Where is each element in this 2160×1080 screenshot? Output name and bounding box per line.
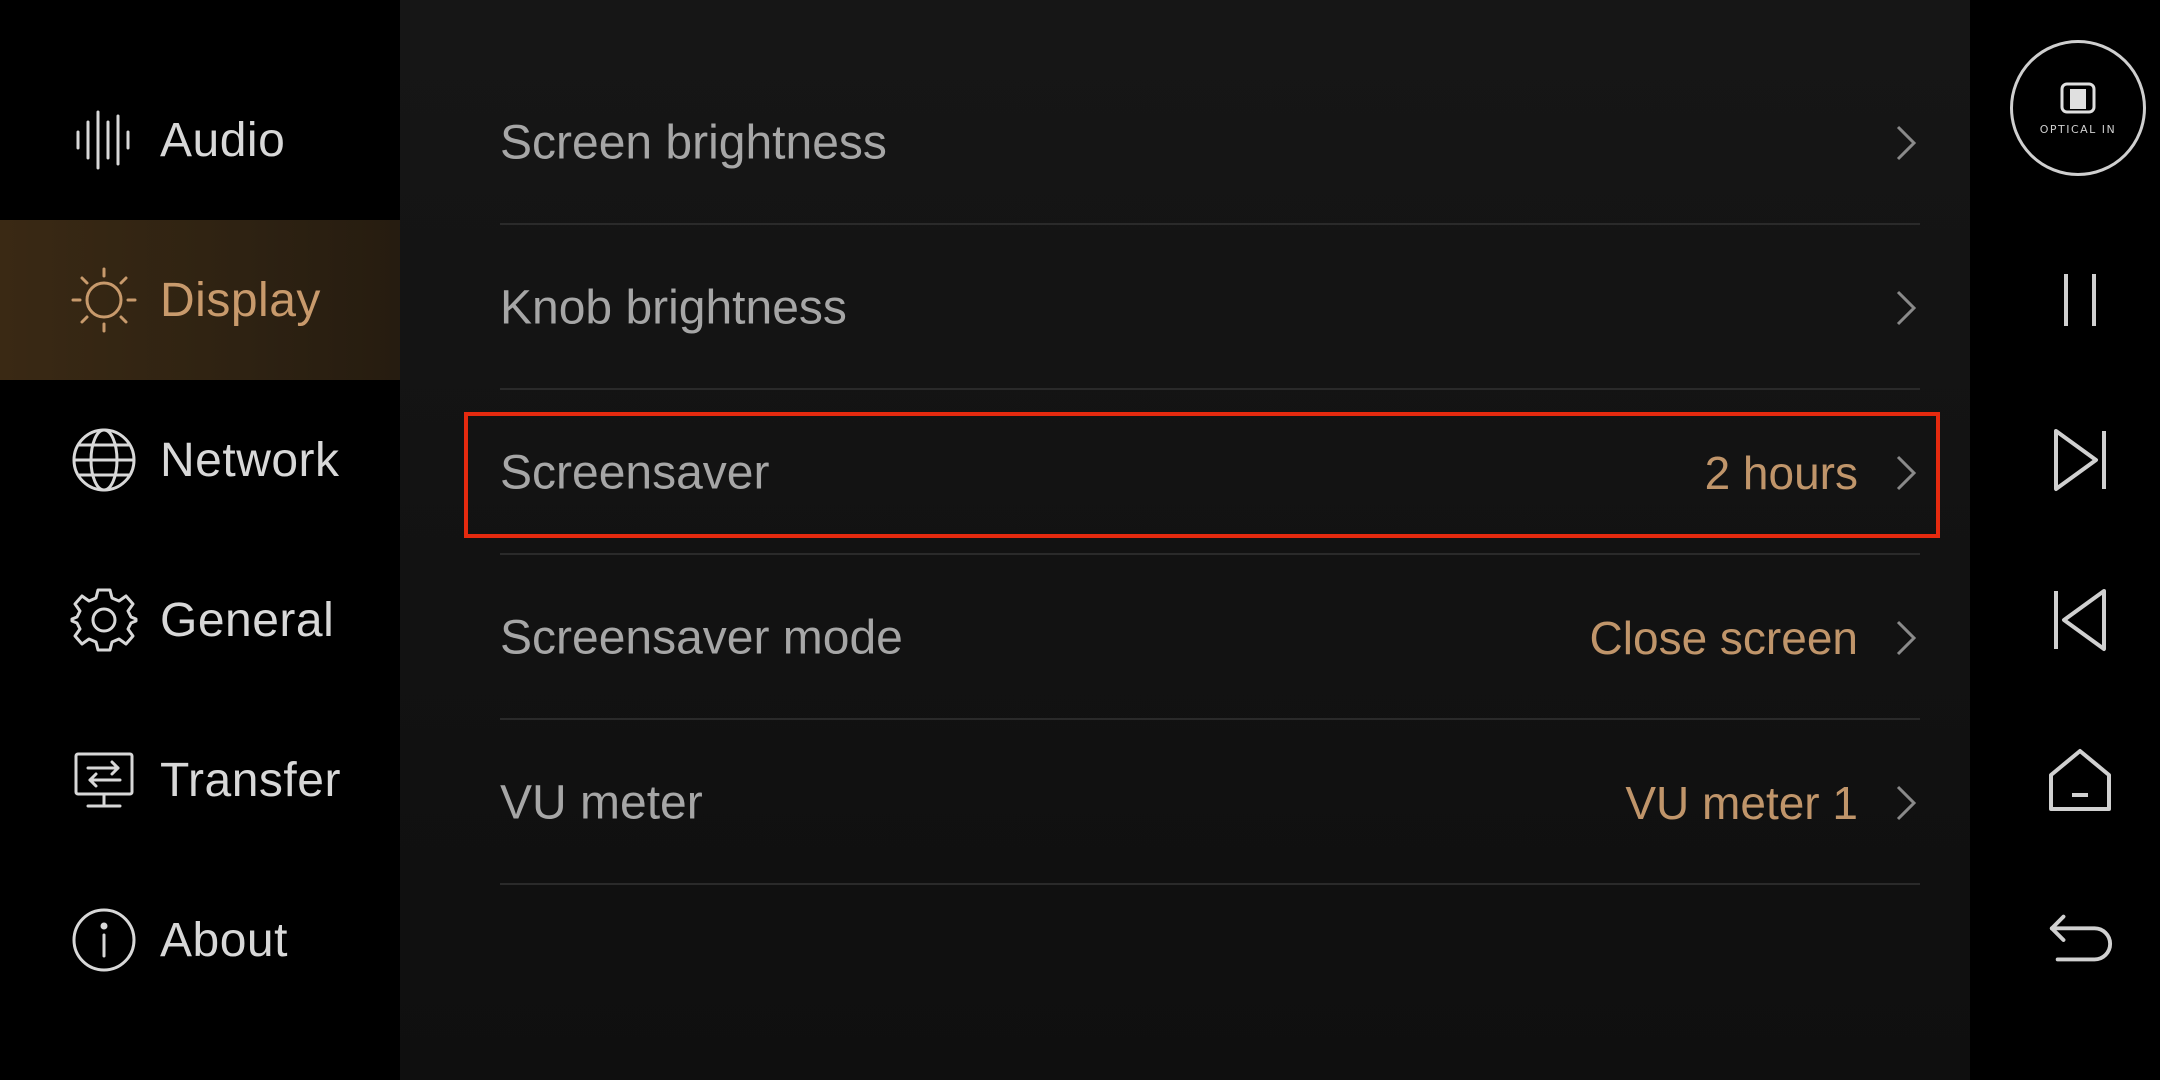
sidebar-item-label: Audio xyxy=(160,113,286,167)
info-icon xyxy=(70,906,138,974)
waveform-icon xyxy=(70,106,138,174)
settings-panel: Screen brightness Knob brightness Screen… xyxy=(400,0,1970,1080)
setting-label: VU meter xyxy=(500,776,703,829)
previous-track-icon xyxy=(2054,589,2106,651)
sidebar-item-label: Transfer xyxy=(160,753,341,807)
sidebar: Audio Display Network General Transfer A… xyxy=(0,0,400,1080)
sidebar-item-label: Display xyxy=(160,273,321,327)
sidebar-item-transfer[interactable]: Transfer xyxy=(0,700,400,860)
chevron-right-icon xyxy=(1896,290,1917,325)
setting-row-knob-brightness[interactable]: Knob brightness xyxy=(500,225,1920,390)
pause-button[interactable] xyxy=(2046,266,2114,334)
setting-row-vu-meter[interactable]: VU meter VU meter 1 xyxy=(500,720,1920,885)
pause-icon xyxy=(2064,274,2096,326)
back-icon xyxy=(2049,914,2112,962)
setting-label: Knob brightness xyxy=(500,281,847,334)
next-track-icon xyxy=(2054,429,2106,491)
sidebar-item-network[interactable]: Network xyxy=(0,380,400,540)
sidebar-item-display[interactable]: Display xyxy=(0,220,400,380)
sidebar-item-label: About xyxy=(160,913,288,967)
sidebar-item-label: General xyxy=(160,593,335,647)
sidebar-item-about[interactable]: About xyxy=(0,860,400,1020)
sun-icon xyxy=(70,266,138,334)
optical-input-icon xyxy=(2060,82,2096,113)
source-label: OPTICAL IN xyxy=(2039,122,2117,136)
globe-icon xyxy=(70,426,138,494)
divider xyxy=(500,883,1920,885)
sidebar-item-audio[interactable]: Audio xyxy=(0,60,400,220)
setting-value: VU meter 1 xyxy=(1625,776,1858,829)
setting-value: Close screen xyxy=(1589,611,1858,664)
sidebar-item-label: Network xyxy=(160,433,340,487)
home-icon xyxy=(2049,749,2111,811)
chevron-right-icon xyxy=(1896,620,1917,655)
highlight-box xyxy=(464,412,1940,538)
setting-label: Screen brightness xyxy=(500,116,887,169)
back-button[interactable] xyxy=(2046,906,2114,974)
home-button[interactable] xyxy=(2046,746,2114,814)
source-button[interactable]: OPTICAL IN xyxy=(2010,40,2146,176)
setting-row-screensaver-mode[interactable]: Screensaver mode Close screen xyxy=(500,555,1920,720)
chevron-right-icon xyxy=(1896,125,1917,160)
next-track-button[interactable] xyxy=(2046,426,2114,494)
transfer-monitor-icon xyxy=(70,746,138,814)
sidebar-item-general[interactable]: General xyxy=(0,540,400,700)
chevron-right-icon xyxy=(1896,785,1917,820)
gear-icon xyxy=(70,586,138,654)
setting-row-screen-brightness[interactable]: Screen brightness xyxy=(500,60,1920,225)
previous-track-button[interactable] xyxy=(2046,586,2114,654)
setting-label: Screensaver mode xyxy=(500,611,903,664)
